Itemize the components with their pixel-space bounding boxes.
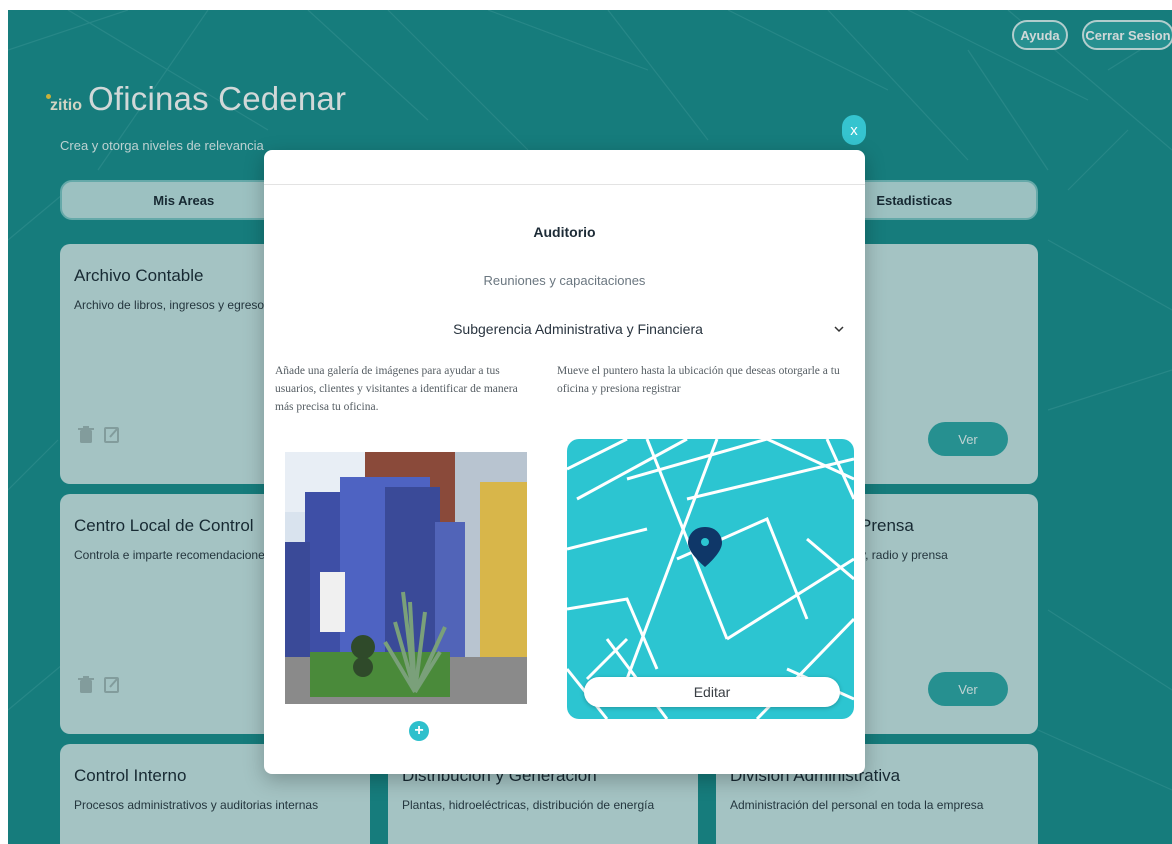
office-type: Reuniones y capacitaciones xyxy=(483,273,646,288)
office-photo xyxy=(285,452,527,704)
chevron-down-icon xyxy=(834,326,844,333)
close-icon: x xyxy=(850,121,858,139)
divider xyxy=(264,184,865,185)
map-pin-icon xyxy=(688,527,722,567)
gallery-instructions: Añade una galería de imágenes para ayuda… xyxy=(275,365,518,413)
edit-location-button[interactable]: Editar xyxy=(584,677,840,707)
close-modal-button[interactable]: x xyxy=(842,115,866,145)
office-name: Auditorio xyxy=(533,224,596,240)
department-select[interactable]: Subgerencia Administrativa y Financiera xyxy=(324,316,846,342)
edit-office-modal: Auditorio Reuniones y capacitaciones Sub… xyxy=(264,150,865,774)
map-instructions: Mueve el puntero hasta la ubicación que … xyxy=(557,365,840,395)
add-image-button[interactable]: + xyxy=(409,721,429,741)
app-background: Ayuda Cerrar Sesion zitio Oficinas Ceden… xyxy=(8,10,1172,844)
department-select-value: Subgerencia Administrativa y Financiera xyxy=(453,321,703,337)
plus-icon: + xyxy=(414,722,424,739)
